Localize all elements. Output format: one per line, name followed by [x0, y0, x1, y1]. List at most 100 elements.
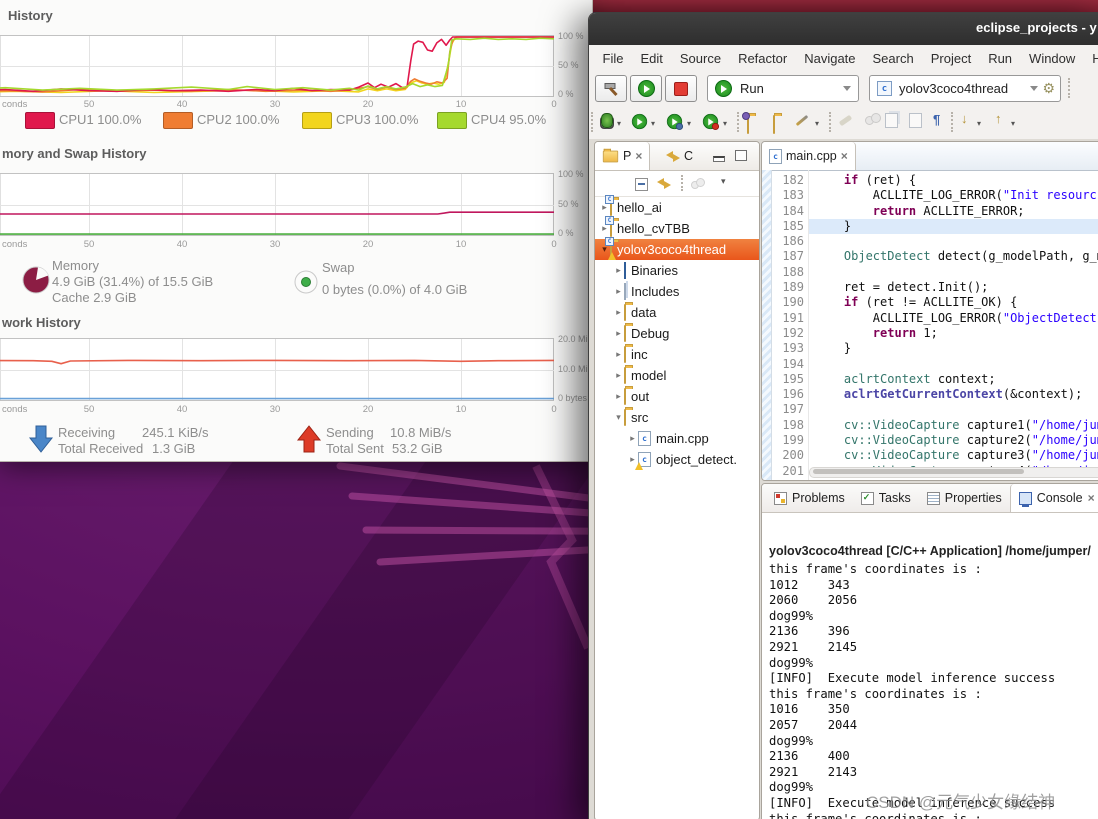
hammer-icon	[602, 81, 620, 97]
run-history-icon[interactable]	[667, 114, 682, 129]
tree-item-model[interactable]: ▸model	[595, 365, 759, 386]
profile-icon[interactable]	[703, 114, 718, 129]
menu-navigate[interactable]: Navigate	[796, 51, 864, 66]
menu-project[interactable]: Project	[922, 51, 979, 66]
close-icon[interactable]: ×	[841, 150, 848, 162]
collapsed-arrow-icon[interactable]: ▸	[613, 307, 624, 318]
tree-item-out[interactable]: ▸ out	[595, 386, 759, 407]
view-menu-icon[interactable]: ▾	[721, 176, 726, 187]
collapse-all-icon[interactable]	[635, 178, 648, 191]
chevron-down-icon[interactable]: ▾	[687, 119, 691, 128]
tree-item-binaries[interactable]: ▸Binaries	[595, 260, 759, 281]
total-received-value: 1.3 GiB	[152, 441, 195, 456]
maximize-icon[interactable]	[735, 150, 747, 161]
format-icon[interactable]	[839, 115, 853, 127]
x-tick-label: conds	[2, 239, 27, 250]
chevron-down-icon[interactable]: ▾	[815, 119, 819, 128]
tab-c-view[interactable]: C	[659, 142, 700, 170]
terminate-button[interactable]	[665, 75, 697, 102]
code-editor[interactable]: 1821831841851861871881891901911921931941…	[762, 170, 1098, 480]
tree-item-hello-cvtbb[interactable]: ▸Chello_cvTBB	[595, 218, 759, 239]
filters-icon[interactable]	[691, 178, 706, 191]
tree-item-label: out	[631, 389, 649, 404]
tree-item-inc[interactable]: ▸inc	[595, 344, 759, 365]
tree-item-src[interactable]: ▾ src	[595, 407, 759, 428]
tree-item-includes[interactable]: ▸Includes	[595, 281, 759, 302]
y-tick-label: 100 %	[558, 31, 584, 41]
menu-refactor[interactable]: Refactor	[730, 51, 796, 66]
network-history-chart	[0, 338, 554, 401]
tab-project-explorer[interactable]: P ×	[595, 142, 650, 170]
tab-tasks[interactable]: Tasks	[853, 484, 919, 512]
open-project-icon[interactable]	[747, 115, 749, 134]
close-icon[interactable]: ×	[1088, 492, 1095, 504]
tree-item-label: hello_ai	[617, 200, 662, 215]
show-whitespace-icon[interactable]: ¶	[933, 112, 940, 127]
tree-item-hello-ai[interactable]: ▸Chello_ai	[595, 197, 759, 218]
collapsed-arrow-icon[interactable]: ▸	[613, 265, 624, 276]
chevron-down-icon[interactable]: ▾	[617, 119, 621, 128]
tree-item-object-detect-[interactable]: ▸cobject_detect.	[595, 449, 759, 470]
tab-problems[interactable]: Problems	[766, 484, 853, 512]
x-tick-label: 40	[177, 404, 188, 415]
close-icon[interactable]: ×	[635, 150, 642, 162]
run-mode-combo[interactable]: Run	[707, 75, 859, 102]
go-back-icon[interactable]: ↑	[995, 111, 1002, 126]
code-line-200: cv::VideoCapture capture3("/home/jum	[809, 448, 1098, 463]
properties-icon	[927, 492, 940, 505]
code-line-199: cv::VideoCapture capture2("/home/jum	[809, 433, 1098, 448]
collapsed-arrow-icon[interactable]: ▸	[613, 370, 624, 381]
eclipse-titlebar[interactable]: eclipse_projects - y	[589, 13, 1098, 45]
chevron-down-icon[interactable]: ▾	[651, 119, 655, 128]
tree-item-label: src	[631, 410, 648, 425]
tab-properties[interactable]: Properties	[919, 484, 1010, 512]
line-number: 196	[772, 387, 804, 402]
scrollbar-thumb[interactable]	[813, 469, 1024, 474]
network-history-title: work History	[2, 315, 81, 330]
open-folder-icon[interactable]	[773, 115, 775, 134]
chevron-down-icon[interactable]: ▾	[1011, 119, 1015, 128]
collapsed-arrow-icon[interactable]: ▸	[613, 286, 624, 297]
tab-console[interactable]: Console×	[1010, 484, 1098, 512]
collapsed-arrow-icon[interactable]: ▸	[613, 328, 624, 339]
debug-icon[interactable]	[601, 113, 613, 128]
menu-source[interactable]: Source	[671, 51, 729, 66]
menu-file[interactable]: File	[594, 51, 632, 66]
copy-pages-icon[interactable]	[885, 113, 898, 128]
last-edit-location-icon[interactable]: ↓	[961, 111, 968, 126]
collapsed-arrow-icon[interactable]: ▸	[613, 391, 624, 402]
launch-config-combo[interactable]: c yolov3coco4thread ⚙	[869, 75, 1061, 102]
menu-help[interactable]: Help	[1084, 51, 1098, 66]
minimize-icon[interactable]	[713, 156, 725, 162]
resume-button[interactable]	[630, 75, 662, 102]
gear-icon[interactable]: ⚙	[1042, 80, 1055, 97]
link-with-editor-icon[interactable]	[657, 178, 671, 189]
console-output[interactable]: this frame's coordinates is :1012 343206…	[769, 562, 1098, 819]
menu-run[interactable]: Run	[980, 51, 1021, 66]
tree-item-yolov3coco4thread[interactable]: ▾Cyolov3coco4thread	[595, 239, 759, 260]
horizontal-scrollbar[interactable]	[809, 467, 1098, 478]
menu-window[interactable]: Window	[1021, 51, 1084, 66]
collapsed-arrow-icon[interactable]: ▸	[627, 433, 638, 444]
code-line-193: }	[809, 341, 1098, 356]
memory-history-title: mory and Swap History	[2, 146, 146, 161]
folder-icon	[624, 305, 626, 320]
tree-item-data[interactable]: ▸data	[595, 302, 759, 323]
tree-item-debug[interactable]: ▸Debug	[595, 323, 759, 344]
tab-main-cpp[interactable]: c main.cpp ×	[762, 142, 856, 170]
tree-item-main-cpp[interactable]: ▸cmain.cpp	[595, 428, 759, 449]
wand-icon[interactable]	[796, 115, 809, 126]
page-icon[interactable]	[909, 113, 922, 128]
run-icon[interactable]	[632, 114, 647, 129]
expanded-arrow-icon[interactable]: ▾	[613, 412, 624, 423]
collapsed-arrow-icon[interactable]: ▸	[613, 349, 624, 360]
line-number: 198	[772, 418, 804, 433]
menu-edit[interactable]: Edit	[632, 51, 671, 66]
chevron-down-icon[interactable]: ▾	[723, 119, 727, 128]
chevron-down-icon[interactable]: ▾	[977, 119, 981, 128]
build-button[interactable]	[595, 75, 627, 102]
console-icon	[1019, 492, 1032, 505]
code-lines[interactable]: if (ret) { ACLLITE_LOG_ERROR("Init resou…	[809, 173, 1098, 479]
menu-search[interactable]: Search	[864, 51, 922, 66]
annotation-ruler[interactable]	[762, 170, 772, 480]
